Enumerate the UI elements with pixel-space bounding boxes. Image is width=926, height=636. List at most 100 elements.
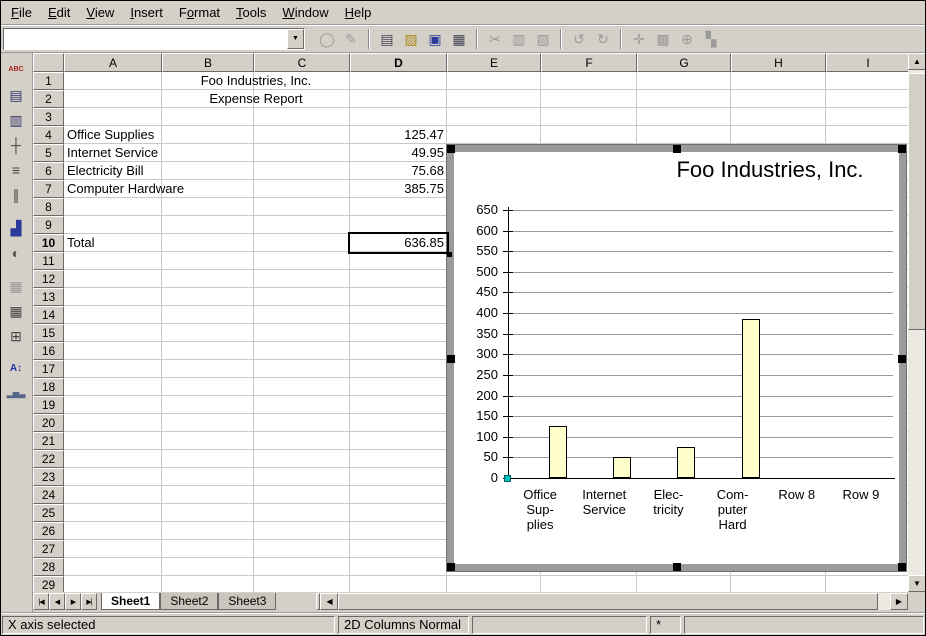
chart-type-button[interactable]: ▟ <box>4 216 28 239</box>
chart-resize-handle-3[interactable] <box>898 145 906 153</box>
sheet-tab-sheet2[interactable]: Sheet2 <box>160 593 218 610</box>
row-header-26[interactable]: 26 <box>33 522 64 540</box>
cell-A4[interactable]: Office Supplies <box>64 126 162 144</box>
row-header-3[interactable]: 3 <box>33 108 64 126</box>
row-header-5[interactable]: 5 <box>33 144 64 162</box>
chart-title[interactable]: Foo Industries, Inc. <box>570 157 926 183</box>
print-button[interactable]: ▦ <box>447 27 471 50</box>
stop-button[interactable]: ◯ <box>315 27 339 50</box>
hyperlink-button[interactable]: ⊕ <box>675 27 699 50</box>
menu-tools[interactable]: Tools <box>228 3 274 22</box>
select-all-corner[interactable] <box>33 53 64 72</box>
bar-2[interactable] <box>613 457 631 478</box>
cell-B1[interactable]: Foo Industries, Inc. <box>162 72 350 90</box>
url-combobox-value[interactable] <box>4 29 287 49</box>
sheet-tab-sheet1[interactable]: Sheet1 <box>101 593 160 610</box>
row-header-27[interactable]: 27 <box>33 540 64 558</box>
row-header-14[interactable]: 14 <box>33 306 64 324</box>
scroll-right-button[interactable]: ▶ <box>890 593 908 610</box>
cut-button[interactable]: ✂ <box>483 27 507 50</box>
row-header-16[interactable]: 16 <box>33 342 64 360</box>
cell-A10[interactable]: Total <box>64 234 162 252</box>
sheet-nav-button-4[interactable]: ▶| <box>81 593 97 610</box>
row-header-4[interactable]: 4 <box>33 126 64 144</box>
chart-legend-toggle-button[interactable]: ▤ <box>4 83 28 106</box>
sheet-nav-button-2[interactable]: ◀ <box>49 593 65 610</box>
row-header-1[interactable]: 1 <box>33 72 64 90</box>
paste-button[interactable]: ▧ <box>531 27 555 50</box>
column-header-D[interactable]: D <box>350 53 447 72</box>
chart-resize-handle-5[interactable] <box>898 355 906 363</box>
axes-toggle-button[interactable]: ┼ <box>4 133 28 156</box>
menu-window[interactable]: Window <box>274 3 336 22</box>
data-table-button[interactable]: ⊞ <box>4 324 28 347</box>
y-axis[interactable] <box>508 207 509 478</box>
chart-resize-handle-8[interactable] <box>898 563 906 571</box>
row-header-2[interactable]: 2 <box>33 90 64 108</box>
row-header-11[interactable]: 11 <box>33 252 64 270</box>
sheet-tab-sheet3[interactable]: Sheet3 <box>218 593 276 610</box>
row-header-12[interactable]: 12 <box>33 270 64 288</box>
sheet-nav-button-3[interactable]: ▶ <box>65 593 81 610</box>
column-header-I[interactable]: I <box>826 53 908 72</box>
row-header-20[interactable]: 20 <box>33 414 64 432</box>
row-header-6[interactable]: 6 <box>33 162 64 180</box>
data-in-columns-button[interactable]: ▦ <box>4 299 28 322</box>
scroll-up-button[interactable]: ▲ <box>908 53 926 70</box>
cell-D7[interactable]: 385.75 <box>350 180 447 198</box>
sheet-nav-button-1[interactable]: |◀ <box>33 593 49 610</box>
cell-B2[interactable]: Expense Report <box>162 90 350 108</box>
row-header-19[interactable]: 19 <box>33 396 64 414</box>
cell-D5[interactable]: 49.95 <box>350 144 447 162</box>
edit-file-button[interactable]: ✎ <box>339 27 363 50</box>
vertical-scroll-thumb[interactable] <box>908 73 926 330</box>
row-header-22[interactable]: 22 <box>33 450 64 468</box>
active-cell-border[interactable] <box>348 232 449 254</box>
undo-button[interactable]: ↺ <box>567 27 591 50</box>
row-header-10[interactable]: 10 <box>33 234 64 252</box>
chart-resize-handle-4[interactable] <box>447 355 455 363</box>
menu-view[interactable]: View <box>78 3 122 22</box>
row-header-17[interactable]: 17 <box>33 360 64 378</box>
column-header-C[interactable]: C <box>254 53 350 72</box>
row-header-24[interactable]: 24 <box>33 486 64 504</box>
x-axis-selection-handle[interactable] <box>504 475 511 482</box>
chart-data-button[interactable]: ◐ <box>4 241 28 264</box>
menu-file[interactable]: File <box>3 3 40 22</box>
menu-insert[interactable]: Insert <box>122 3 171 22</box>
save-button[interactable]: ▣ <box>423 27 447 50</box>
row-header-18[interactable]: 18 <box>33 378 64 396</box>
horizontal-grid-toggle-button[interactable]: ≡ <box>4 158 28 181</box>
fill-handle[interactable] <box>447 252 452 257</box>
new-document-button[interactable]: ▤ <box>375 27 399 50</box>
column-header-G[interactable]: G <box>637 53 731 72</box>
row-header-28[interactable]: 28 <box>33 558 64 576</box>
combo-dropdown-button[interactable]: ▼ <box>287 29 304 49</box>
horizontal-scroll-thumb[interactable] <box>338 593 878 610</box>
bar-1[interactable] <box>549 426 567 478</box>
chart-resize-handle-1[interactable] <box>447 145 455 153</box>
column-header-H[interactable]: H <box>731 53 826 72</box>
bar-4[interactable] <box>742 319 760 478</box>
data-in-rows-button[interactable]: ▦ <box>4 274 28 297</box>
open-button[interactable]: ▨ <box>399 27 423 50</box>
cell-A6[interactable]: Electricity Bill <box>64 162 162 180</box>
row-header-7[interactable]: 7 <box>33 180 64 198</box>
chart-resize-handle-2[interactable] <box>673 145 681 153</box>
cell-A5[interactable]: Internet Service <box>64 144 162 162</box>
url-combobox[interactable]: ▼ <box>3 28 305 50</box>
auto-layout-button[interactable]: ▂▅▃ <box>4 382 28 405</box>
vertical-scrollbar[interactable]: ▲ ▼ <box>908 53 926 592</box>
column-header-E[interactable]: E <box>447 53 541 72</box>
scroll-left-button[interactable]: ◀ <box>320 593 338 610</box>
embedded-chart[interactable]: Foo Industries, Inc. 0501001502002503003… <box>447 145 906 571</box>
redo-button[interactable]: ↻ <box>591 27 615 50</box>
menu-format[interactable]: Format <box>171 3 228 22</box>
cell-D4[interactable]: 125.47 <box>350 126 447 144</box>
row-header-21[interactable]: 21 <box>33 432 64 450</box>
horizontal-scrollbar[interactable]: ◀ ▶ <box>320 593 908 610</box>
row-header-23[interactable]: 23 <box>33 468 64 486</box>
horizontal-scroll-track[interactable] <box>338 593 890 610</box>
styles-button[interactable]: ▩ <box>651 27 675 50</box>
gallery-button[interactable]: ▚ <box>699 27 723 50</box>
